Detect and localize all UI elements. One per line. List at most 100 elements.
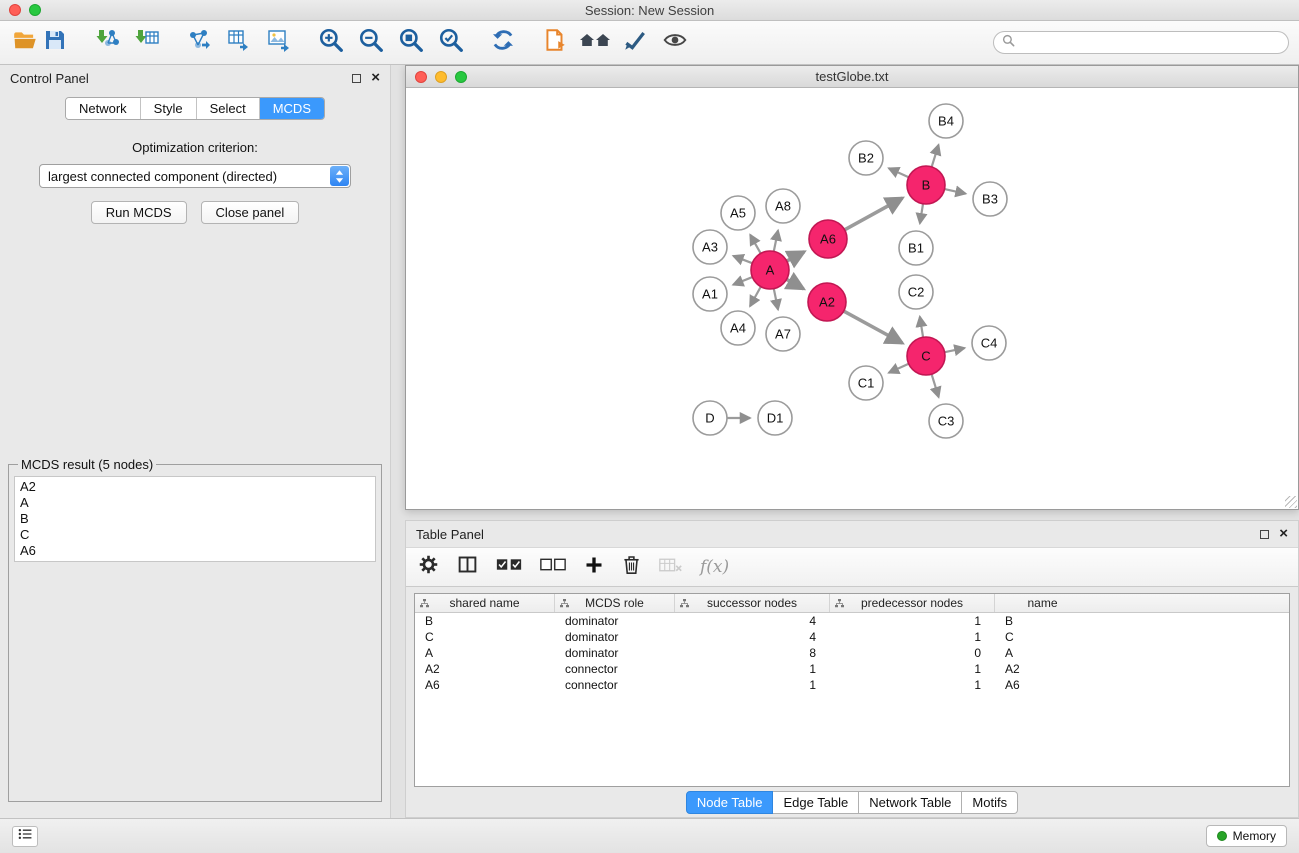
graph-edge-C-C1[interactable] <box>889 364 909 373</box>
show-details-button[interactable] <box>660 28 690 58</box>
task-history-button[interactable] <box>12 826 38 847</box>
network-home-button[interactable] <box>580 28 610 58</box>
control-panel-header: Control Panel × <box>0 65 390 91</box>
float-panel-icon[interactable] <box>352 74 361 83</box>
graph-node-label: B <box>922 178 931 193</box>
table-delete-icon <box>659 557 682 578</box>
network-canvas[interactable]: B4B2BB3A5A8A6B1A3AC2A1A2A4A7C4CC1C3DD1 <box>406 88 1298 509</box>
mcds-result-fieldset: MCDS result (5 nodes) A2 A B C A6 <box>8 457 382 802</box>
column-header-name[interactable]: name <box>995 594 1090 612</box>
graph-edge-A2-C[interactable] <box>844 311 903 343</box>
close-window-button[interactable] <box>9 4 21 16</box>
gear-icon <box>418 554 439 580</box>
run-mcds-button[interactable]: Run MCDS <box>91 201 187 224</box>
tab-network[interactable]: Network <box>66 98 141 119</box>
import-table-button[interactable] <box>132 28 162 58</box>
zoom-fit-button[interactable] <box>396 28 426 58</box>
graph-node-label: A5 <box>730 206 746 221</box>
graph-edge-B-B1[interactable] <box>920 204 923 224</box>
graph-edge-A-A4[interactable] <box>750 287 761 306</box>
save-session-button[interactable] <box>40 28 70 58</box>
table-settings-button[interactable] <box>418 554 439 580</box>
tab-network-table[interactable]: Network Table <box>859 791 962 814</box>
import-network-button[interactable] <box>92 28 122 58</box>
table-row[interactable]: A6connector11A6 <box>415 677 1289 693</box>
graph-node-label: C2 <box>908 285 925 300</box>
column-header-mcds-role[interactable]: MCDS role <box>555 594 675 612</box>
network-graph: B4B2BB3A5A8A6B1A3AC2A1A2A4A7C4CC1C3DD1 <box>406 88 1298 509</box>
tab-node-table[interactable]: Node Table <box>686 791 774 814</box>
graph-edge-A6-B[interactable] <box>845 198 903 230</box>
result-item: C <box>20 527 370 543</box>
add-column-button[interactable] <box>584 555 604 580</box>
new-table-button[interactable] <box>224 28 254 58</box>
mcds-result-list[interactable]: A2 A B C A6 <box>14 476 376 562</box>
node-table: shared name MCDS role successor nodes pr… <box>414 593 1290 787</box>
network-zoom-button[interactable] <box>455 71 467 83</box>
pen-check-icon <box>622 27 648 58</box>
criterion-dropdown[interactable]: largest connected component (directed) <box>39 164 351 188</box>
tab-edge-table[interactable]: Edge Table <box>773 791 859 814</box>
function-builder-button[interactable]: f(x) <box>700 557 729 577</box>
select-all-icon <box>496 557 522 577</box>
close-panel-icon[interactable]: × <box>371 73 380 83</box>
table-float-panel-icon[interactable] <box>1260 530 1269 539</box>
column-header-shared-name[interactable]: shared name <box>415 594 555 612</box>
table-close-panel-icon[interactable]: × <box>1279 529 1288 539</box>
zoom-in-button[interactable] <box>316 28 346 58</box>
memory-button[interactable]: Memory <box>1206 825 1287 847</box>
search-box[interactable] <box>993 31 1289 54</box>
show-columns-button[interactable] <box>457 554 478 580</box>
column-header-successor-nodes[interactable]: successor nodes <box>675 594 830 612</box>
graph-edge-C-C3[interactable] <box>932 374 939 397</box>
graph-edge-C-C4[interactable] <box>945 348 965 352</box>
graph-node-label: A8 <box>775 199 791 214</box>
close-panel-button[interactable]: Close panel <box>201 201 300 224</box>
deselect-all-button[interactable] <box>540 557 566 577</box>
graph-edge-A-A5[interactable] <box>750 235 760 254</box>
table-row[interactable]: Bdominator41B <box>415 613 1289 629</box>
graph-edge-A-A2[interactable] <box>787 279 804 288</box>
search-input[interactable] <box>1015 35 1280 50</box>
network-window-titlebar[interactable]: testGlobe.txt <box>406 66 1298 88</box>
control-panel-title: Control Panel <box>10 71 89 86</box>
zoom-window-button[interactable] <box>29 4 41 16</box>
tab-motifs[interactable]: Motifs <box>962 791 1018 814</box>
graph-edge-C-C2[interactable] <box>920 317 923 338</box>
graph-edge-B-B3[interactable] <box>945 189 966 194</box>
network-close-button[interactable] <box>415 71 427 83</box>
style-check-button[interactable] <box>620 28 650 58</box>
window-resize-grip[interactable] <box>1285 496 1297 508</box>
result-item: A2 <box>20 479 370 495</box>
table-body: Bdominator41B Cdominator41C Adominator80… <box>415 613 1289 786</box>
new-network-button[interactable] <box>184 28 214 58</box>
table-row[interactable]: Cdominator41C <box>415 629 1289 645</box>
graph-node-label: A2 <box>819 295 835 310</box>
zoom-out-button[interactable] <box>356 28 386 58</box>
graph-edge-A-A8[interactable] <box>774 230 778 251</box>
network-minimize-button[interactable] <box>435 71 447 83</box>
column-header-predecessor-nodes[interactable]: predecessor nodes <box>830 594 995 612</box>
graph-edge-B-B2[interactable] <box>889 168 909 177</box>
select-all-button[interactable] <box>496 557 522 577</box>
graph-edge-A-A1[interactable] <box>733 277 752 285</box>
graph-node-label: A6 <box>820 232 836 247</box>
export-image-button[interactable] <box>264 28 294 58</box>
table-row[interactable]: Adominator80A <box>415 645 1289 661</box>
attribute-icon <box>680 597 689 611</box>
open-session-button[interactable] <box>10 28 40 58</box>
apply-layout-button[interactable] <box>488 28 518 58</box>
tab-mcds[interactable]: MCDS <box>260 98 324 119</box>
delete-table-button[interactable] <box>659 557 682 578</box>
zoom-selected-button[interactable] <box>436 28 466 58</box>
graph-edge-A-A6[interactable] <box>787 252 804 261</box>
delete-column-button[interactable] <box>622 554 641 580</box>
tab-style[interactable]: Style <box>141 98 197 119</box>
table-row[interactable]: A2connector11A2 <box>415 661 1289 677</box>
graph-node-label: C3 <box>938 414 955 429</box>
page-copy-button[interactable] <box>540 28 570 58</box>
graph-edge-B-B4[interactable] <box>932 145 939 167</box>
graph-edge-A-A3[interactable] <box>733 256 752 263</box>
graph-edge-A-A7[interactable] <box>774 289 778 310</box>
tab-select[interactable]: Select <box>197 98 260 119</box>
